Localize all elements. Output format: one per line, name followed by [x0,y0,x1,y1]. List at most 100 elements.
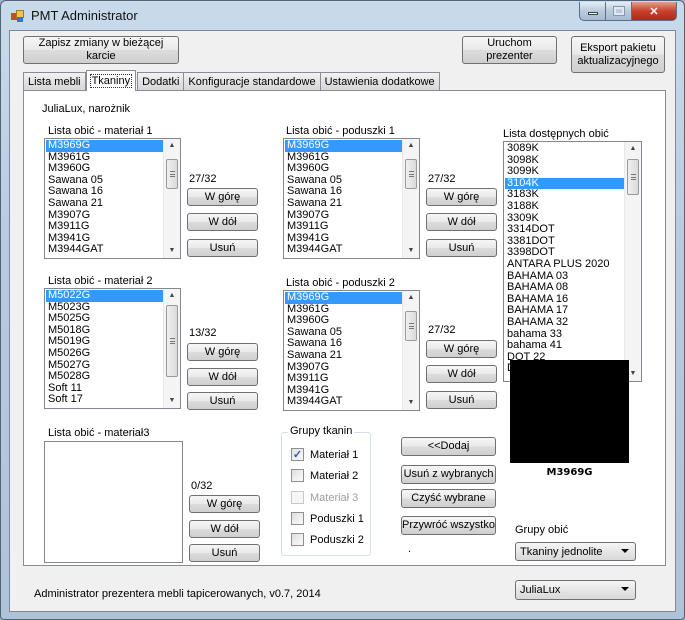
scroll-up-icon[interactable]: ▲ [164,139,180,153]
fabric-preview-name: M3969G [546,467,593,478]
cushions1-listbox[interactable]: M3969G M3961G M3960G Sawana 05 Sawana 16 Sawa… [283,138,420,259]
scroll-thumb[interactable] [405,159,417,189]
material2-remove-button[interactable]: Usuń [187,392,258,410]
list-item[interactable]: M3944GAT [285,396,402,408]
checkbox-material2[interactable]: Materiał 2 [291,469,358,482]
furniture-name-label: JuliaLux, narożnik [42,103,131,115]
cover-groups-select[interactable]: Tkaniny jednolite [515,542,636,561]
scrollbar[interactable]: ▲ ▼ [163,139,180,258]
checkbox-cushions1[interactable]: Poduszki 1 [291,512,364,525]
available-listbox[interactable]: 3089K 3098K 3099K 3104K 3183K 3188K 3309K 3314D… [503,141,642,382]
scroll-up-icon[interactable]: ▲ [164,289,180,303]
checkbox-cushions2[interactable]: Poduszki 2 [291,533,364,546]
furniture-select[interactable]: JuliaLux [515,580,636,600]
scroll-thumb[interactable] [627,159,639,195]
cushions2-down-button[interactable]: W dół [426,365,497,383]
material2-down-button[interactable]: W dół [187,368,258,386]
scroll-down-icon[interactable]: ▼ [403,396,419,410]
scrollbar[interactable]: ▲ ▼ [624,142,641,381]
list-item[interactable]: M3969G [285,139,402,152]
remove-from-selected-button[interactable]: Usuń z wybranych [401,465,496,484]
cushions2-listbox[interactable]: M3969G M3961G M3960G Sawana 05 Sawana 16 Sawa… [283,290,420,411]
list-item[interactable]: M5026G [46,347,163,360]
cushions2-count: 27/32 [428,324,456,336]
tab-strip: Lista mebli Tkaniny Dodatki Konfiguracje… [23,70,440,91]
list-item[interactable]: BAHAMA 32 [505,316,624,329]
scroll-down-icon[interactable]: ▼ [164,394,180,408]
scrollbar[interactable]: ▲ ▼ [402,291,419,410]
tab-furniture-list[interactable]: Lista mebli [23,72,86,90]
list-item[interactable]: M5028G [46,371,163,383]
list-item[interactable]: M3969G [285,291,402,304]
maximize-button[interactable] [606,2,632,21]
client-area: Zapisz zmiany w bieżącej karcie Uruchom … [9,30,676,612]
list-item[interactable]: 3188K [505,200,624,213]
list-item[interactable]: bahama 41 [505,339,624,352]
clear-selected-button[interactable]: Czyść wybrane [401,489,496,508]
material3-remove-button[interactable]: Usuń [189,544,260,562]
checkbox-box[interactable] [291,533,304,546]
cushions1-remove-button[interactable]: Usuń [426,239,497,257]
tab-standard-configs[interactable]: Konfiguracje standardowe [183,72,321,90]
cushions2-remove-button[interactable]: Usuń [426,391,497,409]
cushions1-up-button[interactable]: W górę [426,188,497,206]
list-item[interactable]: M3911G [285,373,402,385]
scrollbar[interactable]: ▲ ▼ [402,139,419,258]
material1-down-button[interactable]: W dół [187,213,258,231]
scrollbar[interactable]: ▲ ▼ [163,289,180,408]
checkbox-box[interactable]: ✓ [291,448,304,461]
list-item[interactable]: Sawana 21 [285,349,402,362]
checkbox-box[interactable] [291,512,304,525]
checkbox-material1[interactable]: ✓ Materiał 1 [291,448,358,461]
fabric-preview-swatch [510,360,629,463]
add-button[interactable]: <<Dodaj [401,437,496,456]
list-item[interactable]: 3314DOT [505,224,624,236]
material3-down-button[interactable]: W dół [189,520,260,538]
material3-listbox[interactable] [44,441,183,563]
list-item[interactable]: M3944GAT [46,244,163,256]
check-icon: ✓ [292,449,303,461]
list-item[interactable]: Soft 17 [46,394,163,406]
material1-remove-button[interactable]: Usuń [187,239,258,257]
scroll-up-icon[interactable]: ▲ [625,142,641,156]
close-icon: ✕ [649,5,659,18]
scroll-thumb[interactable] [405,311,417,341]
close-button[interactable]: ✕ [632,2,677,21]
restore-all-button[interactable]: Przywróć wszystko [401,516,496,535]
list-item[interactable]: BAHAMA 08 [505,282,624,294]
list-item[interactable]: M3969G [46,139,163,152]
title-bar[interactable]: PMT Administrator ✕ [1,1,684,29]
save-changes-button[interactable]: Zapisz zmiany w bieżącej karcie [23,36,179,64]
scroll-up-icon[interactable]: ▲ [403,139,419,153]
tab-additional-settings[interactable]: Ustawienia dodatkowe [319,72,440,90]
checkbox-material3: Materiał 3 [291,491,358,504]
list-item[interactable]: Sawana 21 [46,197,163,210]
material2-listbox[interactable]: M5022G M5023G M5025G M5018G M5019G M5026G M502… [44,288,181,409]
list-item[interactable]: M3911G [46,221,163,233]
export-package-button[interactable]: Eksport pakietu aktualizacyjnego [571,36,665,73]
launch-presenter-button[interactable]: Uruchom prezenter [462,36,557,64]
list-item[interactable]: ANTARA PLUS 2020 [505,258,624,271]
material1-up-button[interactable]: W górę [187,188,258,206]
chevron-down-icon [621,549,629,553]
checkbox-box[interactable] [291,469,304,482]
scroll-down-icon[interactable]: ▼ [164,244,180,258]
cushions1-down-button[interactable]: W dół [426,213,497,231]
tab-addons[interactable]: Dodatki [137,72,185,90]
material2-up-button[interactable]: W górę [187,343,258,361]
scroll-thumb[interactable] [166,159,178,189]
list-item[interactable]: M3911G [285,221,402,233]
tab-fabrics[interactable]: Tkaniny [85,70,137,91]
list-item[interactable]: M5022G [46,289,163,302]
scroll-up-icon[interactable]: ▲ [403,291,419,305]
checkbox-box [291,491,304,504]
minimize-button[interactable] [579,2,606,21]
material3-up-button[interactable]: W górę [189,495,260,513]
list-item[interactable]: Sawana 21 [285,197,402,210]
scroll-down-icon[interactable]: ▼ [403,244,419,258]
list-item[interactable]: 3089K [505,142,624,155]
list-item[interactable]: M3944GAT [285,244,402,256]
material1-listbox[interactable]: M3969G M3961G M3960G Sawana 05 Sawana 16 Sawa… [44,138,181,259]
scroll-thumb[interactable] [166,305,178,377]
cushions2-up-button[interactable]: W górę [426,340,497,358]
